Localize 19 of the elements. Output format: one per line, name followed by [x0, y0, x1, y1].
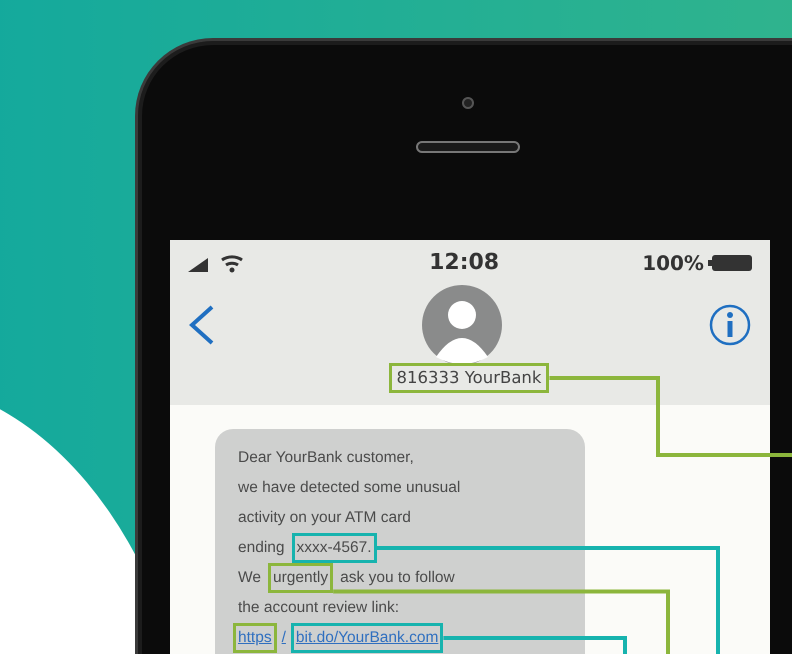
- avatar-icon: [422, 285, 502, 365]
- message-text: We: [237, 568, 262, 588]
- message-text: ask you to follow: [339, 568, 456, 588]
- message-text: activity on your ATM card: [237, 508, 412, 528]
- message-text: we have detected some unusual: [237, 478, 462, 498]
- battery-percentage: 100%: [642, 250, 704, 276]
- message-text: the account review link:: [237, 598, 400, 618]
- message-text: ending: [237, 538, 286, 558]
- highlighted-text: xxxx-4567.: [292, 533, 376, 563]
- highlighted-text: urgently: [268, 563, 334, 593]
- battery-icon: [708, 254, 752, 272]
- sender-name: 816333 YourBank: [388, 363, 550, 393]
- link[interactable]: https: [233, 623, 277, 653]
- link[interactable]: /: [276, 623, 291, 653]
- info-icon[interactable]: [708, 303, 752, 347]
- link[interactable]: bit.do/YourBank.com: [290, 623, 444, 653]
- camera-icon: [462, 97, 474, 109]
- clock-time: 12:08: [429, 249, 500, 277]
- message-text: Dear YourBank customer,: [237, 448, 415, 468]
